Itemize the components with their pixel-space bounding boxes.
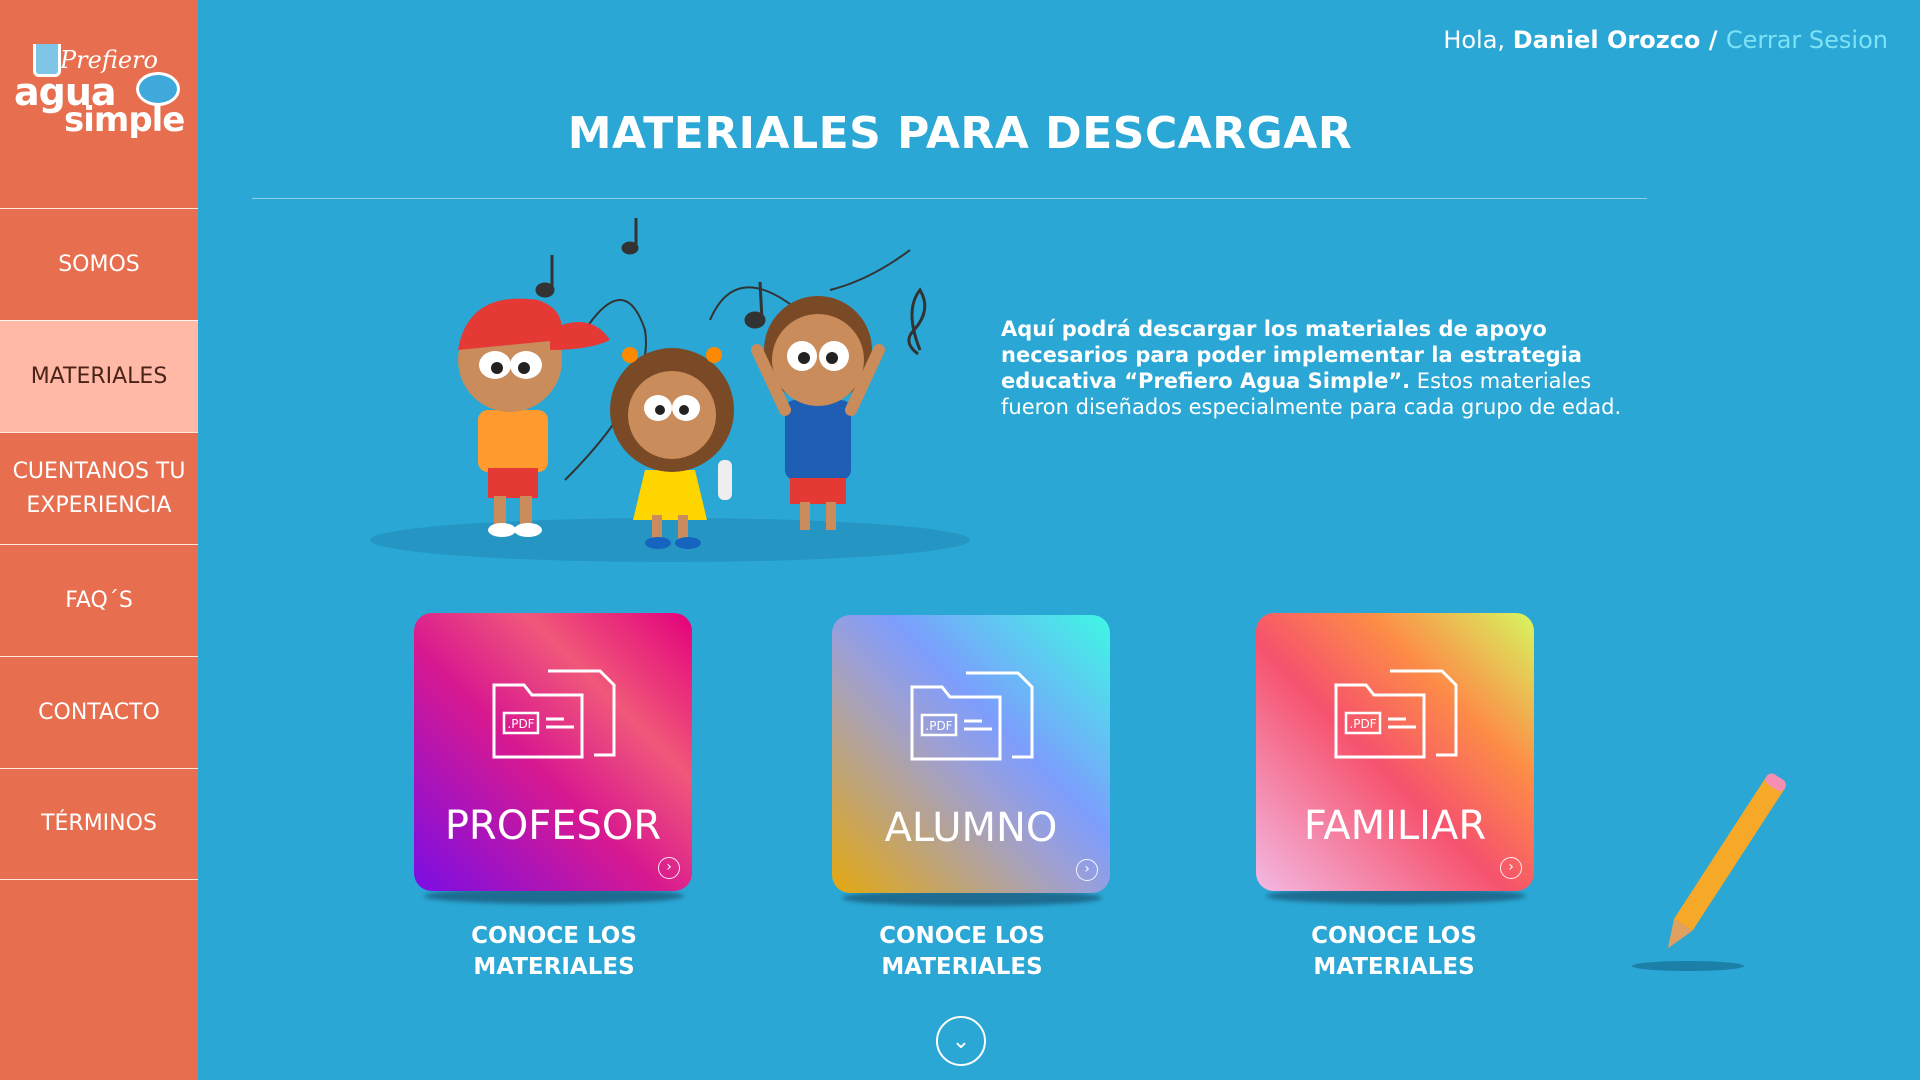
pencil-decoration xyxy=(1632,773,1786,971)
kids-singing-illustration xyxy=(370,218,970,562)
logo-line-3: simple xyxy=(64,100,185,140)
chevron-down-icon: ⌄ xyxy=(951,1028,971,1054)
scroll-down-button[interactable]: ⌄ xyxy=(936,1016,986,1066)
intro-text: Aquí podrá descargar los materiales de a… xyxy=(1001,316,1661,420)
card-alumno[interactable]: .PDF ALUMNO › xyxy=(832,615,1110,893)
card-title: ALUMNO xyxy=(884,805,1058,851)
pdf-label: .PDF xyxy=(925,719,952,733)
profesor-cta-link[interactable]: CONOCE LOS MATERIALES xyxy=(424,921,684,983)
pdf-folder-icon: .PDF xyxy=(492,669,616,759)
nav-item-terminos[interactable]: TÉRMINOS xyxy=(0,768,198,880)
nav-item-contacto[interactable]: CONTACTO xyxy=(0,656,198,768)
pdf-label: .PDF xyxy=(507,717,534,731)
card-title: FAMILIAR xyxy=(1303,803,1487,849)
nav-item-materiales[interactable]: MATERIALES xyxy=(0,320,198,432)
user-name: Daniel Orozco xyxy=(1512,26,1701,54)
greeting-text: Hola, xyxy=(1443,26,1513,54)
title-divider xyxy=(252,198,1647,199)
chevron-right-icon: › xyxy=(1076,859,1098,881)
main-nav: SOMOS MATERIALES CUENTANOS TU EXPERIENCI… xyxy=(0,208,198,880)
pdf-label: .PDF xyxy=(1349,717,1376,731)
card-title: PROFESOR xyxy=(444,803,662,849)
chevron-right-icon: › xyxy=(1500,857,1522,879)
alumno-cta-link[interactable]: CONOCE LOS MATERIALES xyxy=(832,921,1092,983)
user-greeting: Hola, Daniel Orozco / Cerrar Sesion xyxy=(1443,26,1888,54)
nav-item-faqs[interactable]: FAQ´S xyxy=(0,544,198,656)
chevron-right-icon: › xyxy=(658,857,680,879)
prefiero-agua-simple-logo[interactable]: Prefiero agua simple xyxy=(0,0,198,208)
logout-link[interactable]: Cerrar Sesion xyxy=(1726,26,1888,54)
page-title: MATERIALES PARA DESCARGAR xyxy=(567,108,1353,159)
familiar-cta-link[interactable]: CONOCE LOS MATERIALES xyxy=(1264,921,1524,983)
sidebar: Prefiero agua simple SOMOS MATERIALES CU… xyxy=(0,0,198,1080)
pdf-folder-icon: .PDF xyxy=(910,671,1034,761)
card-profesor[interactable]: .PDF PROFESOR › xyxy=(414,613,692,891)
nav-item-cuentanos[interactable]: CUENTANOS TU EXPERIENCIA xyxy=(0,432,198,544)
greeting-separator: / xyxy=(1700,26,1726,54)
water-drop-mascot-icon xyxy=(136,72,180,106)
card-familiar[interactable]: .PDF FAMILIAR › xyxy=(1256,613,1534,891)
pdf-folder-icon: .PDF xyxy=(1334,669,1458,759)
nav-item-somos[interactable]: SOMOS xyxy=(0,208,198,320)
